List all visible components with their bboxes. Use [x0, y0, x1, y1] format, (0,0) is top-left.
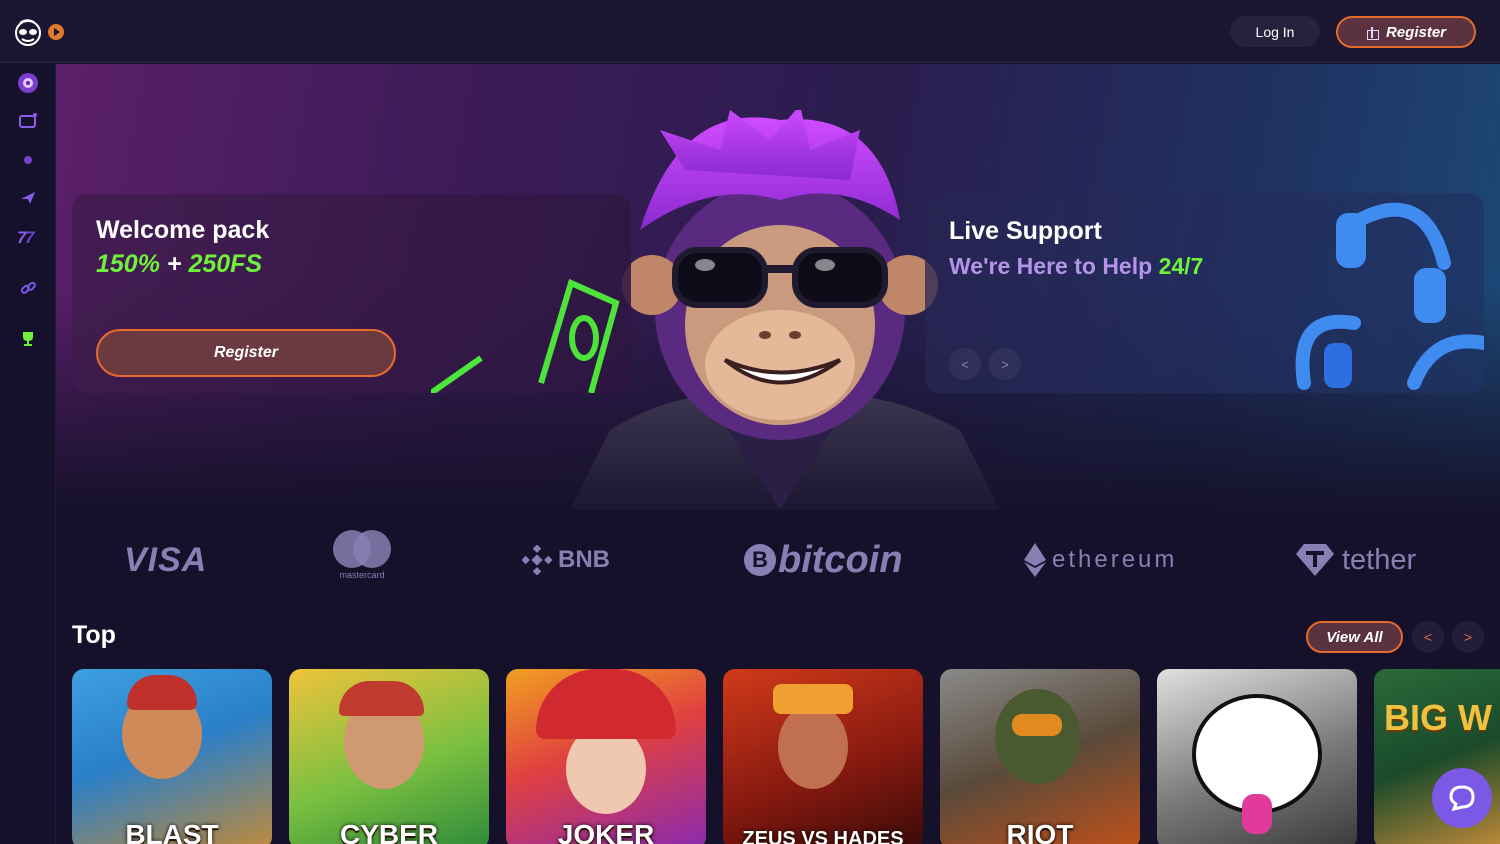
game-title: CYBER [339, 819, 438, 844]
live-support-card[interactable]: Live Support We're Here to Help 24/7 < > [925, 193, 1484, 393]
support-subtitle-text: We're Here to Help [949, 253, 1153, 279]
mastercard-label: mastercard [339, 570, 385, 580]
bonus-plus: + [159, 250, 189, 278]
support-next-button[interactable]: > [989, 348, 1021, 380]
sidebar-item-tournaments[interactable] [17, 328, 39, 350]
ethereum-icon [1024, 543, 1046, 577]
game-card-joker[interactable]: JOKER [506, 669, 706, 844]
chat-icon [1449, 785, 1475, 812]
tether-icon [1296, 544, 1334, 576]
sidebar-item-crash[interactable] [17, 187, 39, 209]
roulette-icon [18, 73, 38, 93]
support-prev-button[interactable]: < [949, 348, 981, 380]
sidebar: 7 7 [0, 63, 56, 844]
headset-icon [1295, 202, 1484, 390]
welcome-title: Welcome pack [96, 216, 270, 244]
register-button[interactable]: Register [1336, 16, 1476, 48]
cash-icon [431, 278, 620, 393]
welcome-pack-card[interactable]: Welcome pack 150% + 250FS Register [72, 194, 631, 393]
game-art-goggles [1012, 714, 1062, 736]
game-art-hat [127, 675, 197, 710]
game-card-cat[interactable] [1157, 669, 1357, 844]
slot-777-icon: 7 7 [17, 228, 36, 245]
register-button-label: Register [1385, 23, 1447, 41]
support-title: Live Support [949, 217, 1102, 245]
sidebar-item-link[interactable] [17, 277, 39, 299]
game-art-hat [536, 669, 676, 739]
game-card-riot[interactable]: RIOT [940, 669, 1140, 844]
game-title: ZEUS VS HADES [742, 828, 904, 844]
top-section-title: Top [72, 621, 116, 649]
bitcoin-logo: B bitcoin [744, 530, 903, 590]
game-title: BLAST [125, 819, 219, 844]
game-card-zeus-vs-hades[interactable]: ZEUS VS HADES [723, 669, 923, 844]
game-title: RIOT [1006, 819, 1074, 844]
support-subtitle: We're Here to Help 24/7 [949, 253, 1203, 280]
plane-icon [21, 192, 35, 204]
mastercard-circles-icon [333, 530, 391, 568]
game-art [995, 689, 1080, 784]
game-card-blast[interactable]: BLAST [72, 669, 272, 844]
visa-logo: VISA [124, 540, 208, 579]
sidebar-item-dot[interactable] [17, 149, 39, 171]
game-art-tongue [1242, 794, 1272, 834]
top-header: Log In Register [0, 0, 1500, 63]
ethereum-logo: ethereum [1024, 530, 1177, 590]
view-all-button[interactable]: View All [1306, 621, 1403, 653]
sidebar-item-slots[interactable]: 7 7 [17, 225, 39, 247]
sidebar-item-live[interactable] [17, 110, 39, 132]
bonus-freespins: 250FS [188, 250, 263, 278]
link-icon [20, 281, 36, 294]
bnb-icon [522, 545, 552, 575]
game-title: JOKER [557, 819, 655, 844]
bitcoin-label: bitcoin [778, 538, 903, 581]
support-subtitle-highlight: 24/7 [1158, 253, 1204, 279]
top-next-button[interactable]: > [1452, 621, 1484, 653]
sidebar-item-roulette[interactable] [17, 72, 39, 94]
top-prev-button[interactable]: < [1412, 621, 1444, 653]
bnb-logo: BNB [522, 530, 610, 590]
dot-icon [24, 156, 32, 164]
chat-button[interactable] [1432, 768, 1492, 828]
svg-text:7: 7 [25, 228, 36, 245]
tether-logo: tether [1296, 530, 1416, 590]
play-icon[interactable] [48, 24, 64, 40]
tether-label: tether [1342, 543, 1417, 576]
monkey-logo-icon[interactable] [12, 16, 44, 48]
welcome-bonus: 150% + 250FS [96, 250, 262, 279]
game-art-crown [773, 684, 853, 714]
mastercard-logo: mastercard [333, 530, 391, 590]
game-title: BIG W [1384, 697, 1492, 738]
bitcoin-icon: B [744, 544, 776, 576]
game-art-hat [339, 681, 424, 716]
login-button[interactable]: Log In [1230, 16, 1320, 47]
trophy-icon [23, 332, 33, 346]
game-card-cyber[interactable]: CYBER [289, 669, 489, 844]
tv-icon [19, 113, 37, 128]
bonus-percent: 150% [96, 250, 160, 278]
bnb-label: BNB [558, 546, 610, 573]
game-art [778, 704, 848, 789]
ethereum-label: ethereum [1052, 546, 1178, 573]
gift-icon [1366, 26, 1379, 40]
hero-register-button[interactable]: Register [96, 329, 396, 377]
